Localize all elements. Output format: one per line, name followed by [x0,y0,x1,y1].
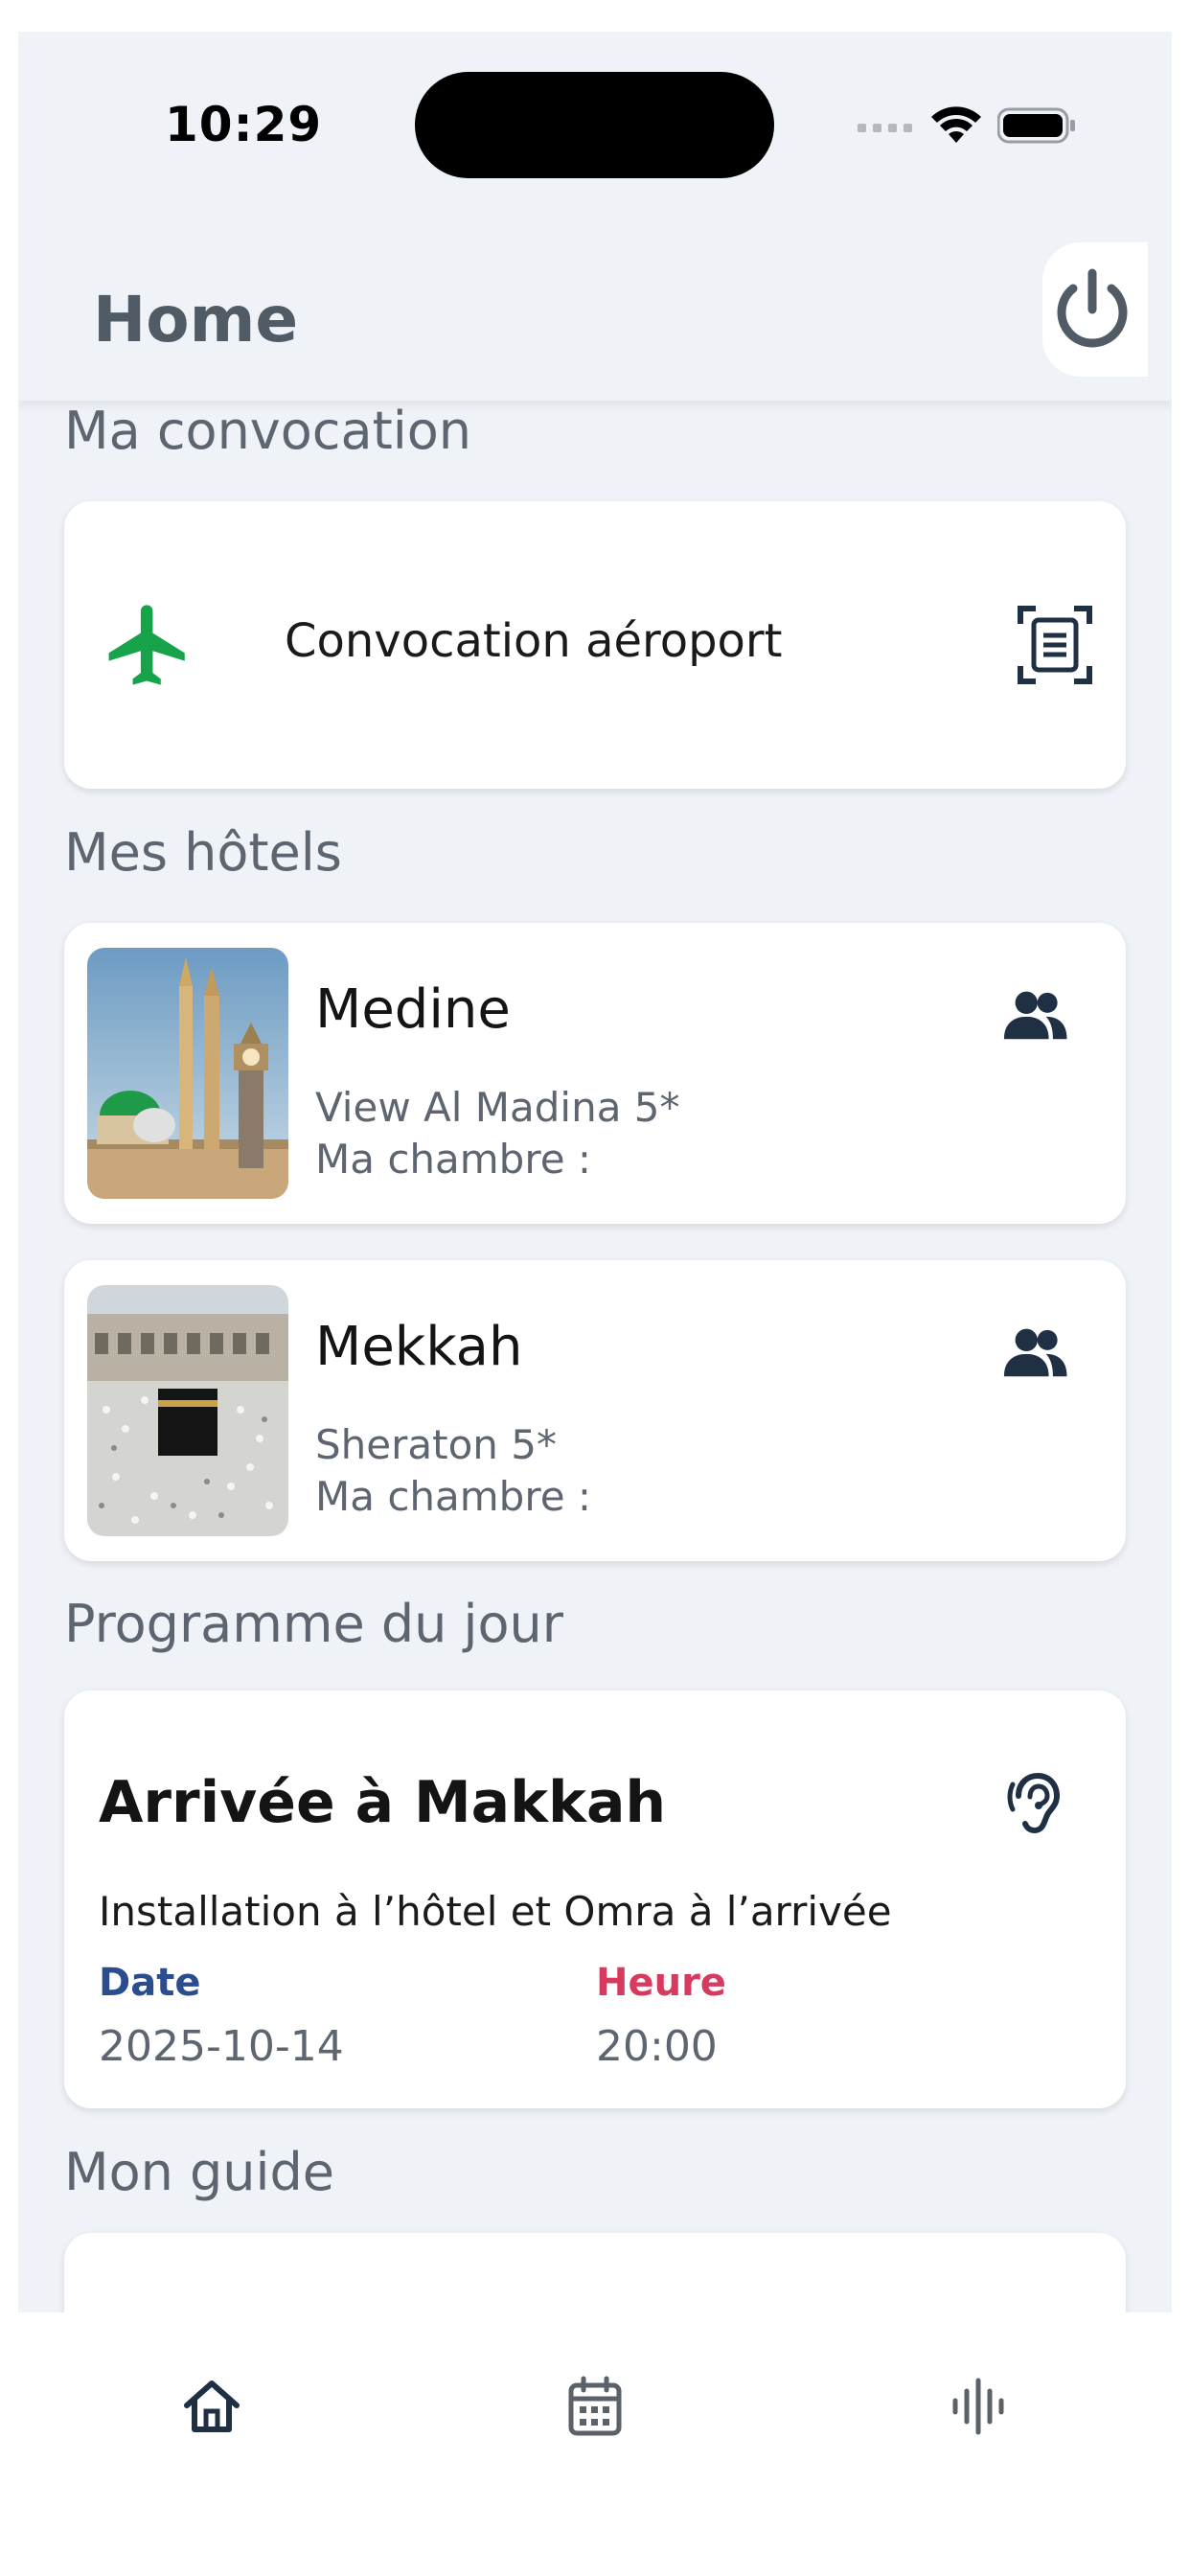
home-icon [184,2380,240,2432]
plane-icon [108,605,185,685]
time-label: Heure [596,1961,726,2005]
section-title-programme: Programme du jour [64,1594,563,1654]
section-title-hotels: Mes hôtels [64,822,342,883]
section-title-guide: Mon guide [64,2142,335,2202]
date-value: 2025-10-14 [99,2022,344,2071]
app-header: Home [18,223,1172,401]
status-icons [858,106,1076,145]
ear-icon[interactable] [1005,1771,1064,1836]
convocation-label: Convocation aéroport [285,614,783,668]
people-icon[interactable] [1001,988,1068,1040]
programme-description: Installation à l’hôtel et Omra à l’arriv… [99,1888,892,1935]
hotel-city: Medine [315,978,511,1041]
room-label: Ma chambre : [315,1473,592,1520]
logout-button[interactable] [1042,242,1148,377]
cellular-icon [858,124,912,132]
hotel-name: View Al Madina 5* [315,1084,680,1131]
power-icon [1057,268,1128,348]
date-label: Date [99,1961,201,2005]
programme-card[interactable]: Arrivée à Makkah Installation à l’hôtel … [64,1690,1126,2108]
app-screen: 10:29 Home Ma convocation Convocation aé… [18,32,1172,2576]
battery-icon [997,107,1075,144]
convocation-card[interactable]: Convocation aéroport [64,501,1126,789]
people-icon[interactable] [1001,1325,1068,1377]
tab-home[interactable] [164,2358,260,2454]
tab-bar [18,2312,1172,2576]
hotel-name: Sheraton 5* [315,1421,557,1468]
tab-calendar[interactable] [547,2358,643,2454]
room-label: Ma chambre : [315,1136,592,1183]
time-value: 20:00 [596,2022,718,2071]
dynamic-island [415,72,774,178]
section-title-convocation: Ma convocation [64,401,472,461]
hotel-card-mekkah[interactable]: Mekkah Sheraton 5* Ma chambre : [64,1260,1126,1561]
hotel-image-medine [87,948,288,1199]
document-scan-icon[interactable] [1017,605,1093,685]
page-title: Home [93,283,299,356]
wifi-icon [931,106,981,143]
hotel-card-medine[interactable]: Medine View Al Madina 5* Ma chambre : [64,923,1126,1224]
tab-audio[interactable] [930,2358,1026,2454]
audio-icon [952,2378,1004,2435]
status-time: 10:29 [165,97,323,152]
hotel-image-mekkah [87,1285,288,1536]
hotel-city: Mekkah [315,1316,523,1378]
calendar-icon [568,2376,622,2436]
programme-title: Arrivée à Makkah [99,1769,667,1836]
